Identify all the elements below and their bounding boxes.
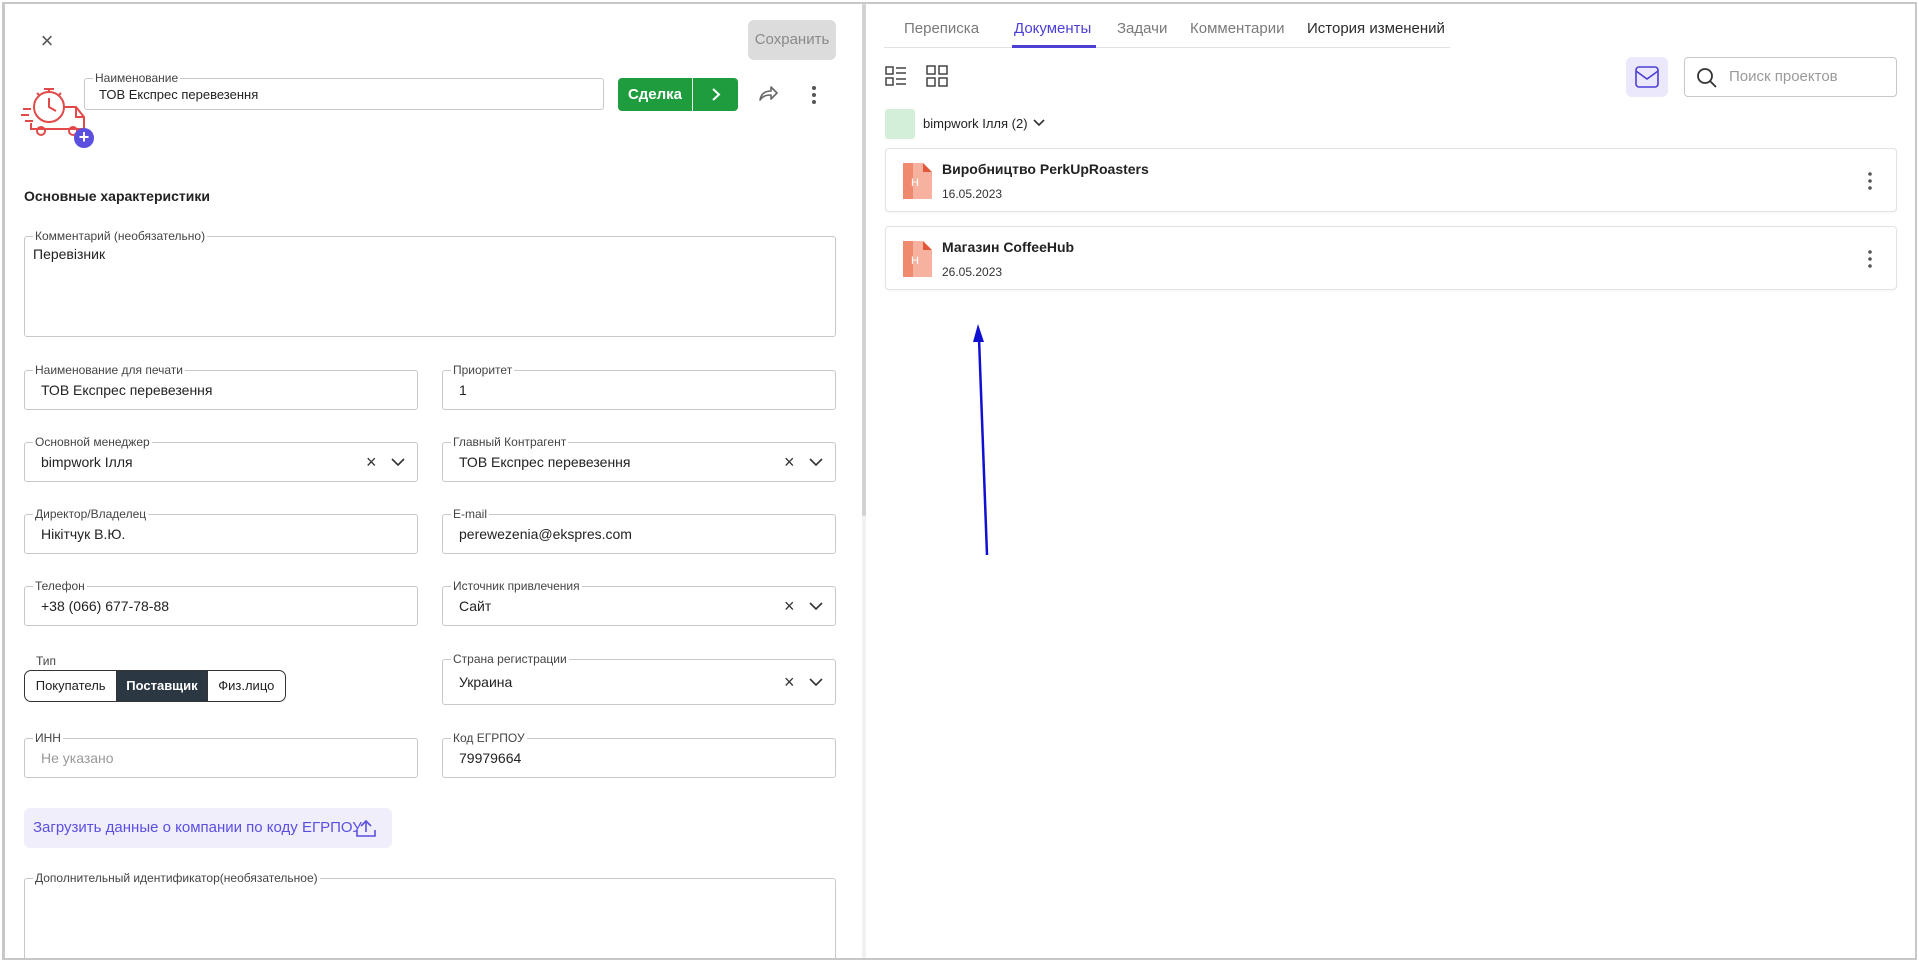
close-icon[interactable]: × xyxy=(35,29,59,53)
document-card[interactable]: H Магазин CoffeeHub 26.05.2023 xyxy=(885,226,1897,290)
email-value[interactable]: perewezenia@ekspres.com xyxy=(459,515,632,553)
clear-icon[interactable]: × xyxy=(784,587,795,625)
clear-icon[interactable]: × xyxy=(784,660,795,704)
extra-id-label: Дополнительный идентификатор(необязатель… xyxy=(33,871,320,885)
main-contractor-select[interactable]: Главный Контрагент ТОВ Експрес перевезен… xyxy=(442,435,836,482)
chevron-down-icon[interactable] xyxy=(806,660,826,704)
priority-field[interactable]: Приоритет 1 xyxy=(442,363,836,410)
print-name-field[interactable]: Наименование для печати ТОВ Експрес пере… xyxy=(24,363,418,410)
edrpou-field[interactable]: Код ЕГРПОУ 79979664 xyxy=(442,731,836,778)
inn-field[interactable]: ИНН Не указано xyxy=(24,731,418,778)
type-option-supplier[interactable]: Поставщик xyxy=(117,671,207,701)
project-search[interactable]: Поиск проектов xyxy=(1684,57,1897,97)
print-name-value[interactable]: ТОВ Експрес перевезення xyxy=(41,371,213,409)
svg-text:H: H xyxy=(911,177,919,189)
share-icon[interactable] xyxy=(756,82,780,106)
edrpou-value[interactable]: 79979664 xyxy=(459,739,521,777)
deal-button[interactable]: Сделка xyxy=(618,78,738,111)
tab-history[interactable]: История изменений xyxy=(1307,20,1445,37)
main-contractor-value: ТОВ Експрес перевезення xyxy=(459,454,631,470)
save-button[interactable]: Сохранить xyxy=(748,20,836,60)
mail-button[interactable] xyxy=(1626,57,1668,97)
name-field[interactable]: Наименование ТОВ Експрес перевезення xyxy=(84,71,604,111)
deal-label: Сделка xyxy=(627,86,683,103)
extra-id-field[interactable]: Дополнительный идентификатор(необязатель… xyxy=(24,871,836,958)
chevron-down-icon[interactable] xyxy=(1032,118,1046,128)
inn-placeholder[interactable]: Не указано xyxy=(41,739,114,777)
chevron-down-icon[interactable] xyxy=(388,443,408,481)
country-value: Украина xyxy=(459,674,513,690)
director-value[interactable]: Нікітчук В.Ю. xyxy=(41,515,125,553)
type-option-buyer[interactable]: Покупатель xyxy=(25,671,118,701)
document-card[interactable]: H Виробництво PerkUpRoasters 16.05.2023 xyxy=(885,148,1897,212)
type-segmented-control[interactable]: Покупатель Поставщик Физ.лицо xyxy=(24,670,286,702)
load-company-data-label: Загрузить данные о компании по коду ЕГРП… xyxy=(33,819,362,836)
add-logo-icon[interactable]: + xyxy=(74,128,94,148)
type-option-individual[interactable]: Физ.лицо xyxy=(206,671,285,701)
list-view-icon[interactable] xyxy=(885,65,907,87)
more-vertical-icon[interactable] xyxy=(1867,171,1873,191)
search-input[interactable]: Поиск проектов xyxy=(1729,58,1838,96)
company-form-panel: × Сохранить + Наименование ТОВ Експрес п… xyxy=(5,4,862,958)
tab-correspondence[interactable]: Переписка xyxy=(904,20,979,37)
country-select[interactable]: Страна регистрации Украина × xyxy=(442,652,836,705)
document-title[interactable]: Магазин CoffeeHub xyxy=(942,239,1074,255)
phone-field[interactable]: Телефон +38 (066) 677-78-88 xyxy=(24,579,418,626)
manager-select[interactable]: Основной менеджер bimpwork Ілля × xyxy=(24,435,418,482)
group-avatar xyxy=(885,109,915,139)
more-vertical-icon[interactable] xyxy=(810,84,818,106)
name-value[interactable]: ТОВ Експрес перевезення xyxy=(99,79,258,111)
clear-icon[interactable]: × xyxy=(366,443,377,481)
grid-view-icon[interactable] xyxy=(926,65,948,87)
type-label: Тип xyxy=(36,654,57,668)
comment-field[interactable]: Комментарий (необязательно) Перевізник xyxy=(24,229,836,337)
document-title[interactable]: Виробництво PerkUpRoasters xyxy=(942,161,1149,177)
director-field[interactable]: Директор/Владелец Нікітчук В.Ю. xyxy=(24,507,418,554)
related-documents-panel: Переписка Документы Задачи Комментарии И… xyxy=(866,4,1915,958)
email-field[interactable]: E-mail perewezenia@ekspres.com xyxy=(442,507,836,554)
chevron-down-icon[interactable] xyxy=(806,443,826,481)
group-label[interactable]: bimpwork Ілля (2) xyxy=(923,116,1028,131)
clear-icon[interactable]: × xyxy=(784,443,795,481)
more-vertical-icon[interactable] xyxy=(1867,249,1873,269)
priority-value[interactable]: 1 xyxy=(459,371,467,409)
document-date: 16.05.2023 xyxy=(942,187,1003,201)
chevron-right-icon[interactable] xyxy=(693,78,738,111)
upload-icon xyxy=(356,819,376,837)
document-icon: H xyxy=(903,241,932,277)
tab-comments[interactable]: Комментарии xyxy=(1190,20,1284,37)
manager-value: bimpwork Ілля xyxy=(41,454,133,470)
chevron-down-icon[interactable] xyxy=(806,587,826,625)
comment-label: Комментарий (необязательно) xyxy=(33,229,208,243)
section-title: Основные характеристики xyxy=(24,188,210,204)
load-company-data-button[interactable]: Загрузить данные о компании по коду ЕГРП… xyxy=(24,808,392,848)
tab-tasks[interactable]: Задачи xyxy=(1117,20,1167,37)
svg-text:H: H xyxy=(911,255,919,267)
phone-value[interactable]: +38 (066) 677-78-88 xyxy=(41,587,169,625)
tab-documents[interactable]: Документы xyxy=(1014,20,1091,37)
active-tab-indicator xyxy=(1012,45,1096,48)
document-icon: H xyxy=(903,163,932,199)
comment-value[interactable]: Перевізник xyxy=(33,246,105,262)
source-select[interactable]: Источник привлечения Сайт × xyxy=(442,579,836,626)
document-date: 26.05.2023 xyxy=(942,265,1003,279)
tab-bar: Переписка Документы Задачи Комментарии И… xyxy=(884,14,1450,48)
search-icon xyxy=(1697,68,1717,88)
source-value: Сайт xyxy=(459,598,492,614)
mail-icon xyxy=(1635,66,1659,88)
